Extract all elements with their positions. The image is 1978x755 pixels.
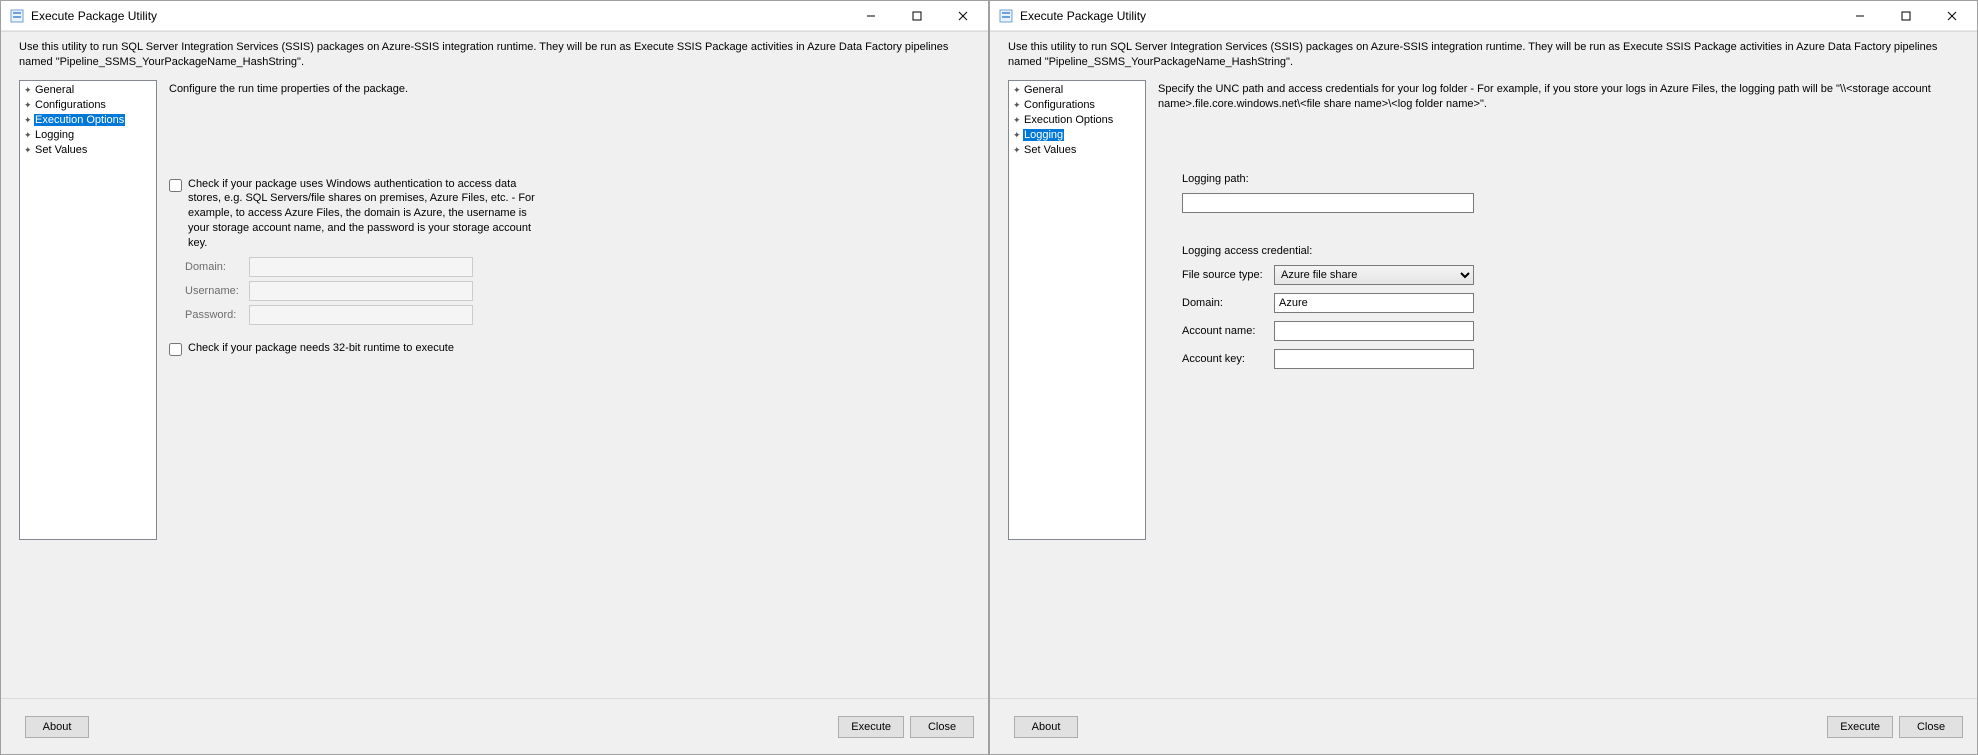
nav-label: Execution Options <box>1023 114 1114 126</box>
logging-path-input[interactable] <box>1182 193 1474 213</box>
password-input[interactable] <box>249 305 473 325</box>
execute-button[interactable]: Execute <box>1827 716 1893 738</box>
footer: About Execute Close <box>990 698 1977 754</box>
content-area: ✦General ✦Configurations ✦Execution Opti… <box>990 80 1977 698</box>
domain-input[interactable] <box>249 257 473 277</box>
maximize-button[interactable] <box>894 2 940 30</box>
nav-item-general[interactable]: ✦General <box>23 83 153 98</box>
nav-label: General <box>34 84 75 96</box>
minimize-button[interactable] <box>1837 2 1883 30</box>
username-input[interactable] <box>249 281 473 301</box>
pane-header: Configure the run time properties of the… <box>169 80 974 97</box>
title-bar: Execute Package Utility <box>990 1 1977 31</box>
runtime-32bit-label: Check if your package needs 32-bit runti… <box>188 341 454 356</box>
window-controls <box>848 2 986 30</box>
windows-auth-checkbox-row: Check if your package uses Windows authe… <box>169 177 974 251</box>
windows-auth-checkbox[interactable] <box>169 179 182 192</box>
app-icon <box>998 8 1014 24</box>
close-footer-button[interactable]: Close <box>1899 716 1963 738</box>
close-button[interactable] <box>1929 2 1975 30</box>
window-execution-options: Execute Package Utility Use this utility… <box>0 0 989 755</box>
close-footer-button[interactable]: Close <box>910 716 974 738</box>
nav-tree[interactable]: ✦General ✦Configurations ✦Execution Opti… <box>19 80 157 540</box>
nav-item-logging[interactable]: ✦Logging <box>23 128 153 143</box>
about-button[interactable]: About <box>25 716 89 738</box>
maximize-button[interactable] <box>1883 2 1929 30</box>
password-label: Password: <box>185 309 249 321</box>
right-pane: Configure the run time properties of the… <box>169 80 974 698</box>
nav-tree[interactable]: ✦General ✦Configurations ✦Execution Opti… <box>1008 80 1146 540</box>
window-logging: Execute Package Utility Use this utility… <box>989 0 1978 755</box>
nav-label: Logging <box>1023 129 1064 141</box>
nav-label: Set Values <box>34 144 88 156</box>
nav-item-set-values[interactable]: ✦Set Values <box>1012 143 1142 158</box>
pane-header: Specify the UNC path and access credenti… <box>1158 80 1963 112</box>
nav-item-set-values[interactable]: ✦Set Values <box>23 143 153 158</box>
logging-path-label: Logging path: <box>1182 173 1963 185</box>
account-key-input[interactable] <box>1274 349 1474 369</box>
logging-credential-header: Logging access credential: <box>1182 245 1963 257</box>
nav-label: Logging <box>34 129 75 141</box>
username-label: Username: <box>185 285 249 297</box>
nav-item-logging[interactable]: ✦Logging <box>1012 128 1142 143</box>
domain-label: Domain: <box>185 261 249 273</box>
account-name-input[interactable] <box>1274 321 1474 341</box>
runtime-32bit-checkbox[interactable] <box>169 343 182 356</box>
footer: About Execute Close <box>1 698 988 754</box>
nav-label: Set Values <box>1023 144 1077 156</box>
content-area: ✦General ✦Configurations ✦Execution Opti… <box>1 80 988 698</box>
file-source-type-select[interactable]: Azure file share <box>1274 265 1474 285</box>
nav-item-configurations[interactable]: ✦Configurations <box>23 98 153 113</box>
account-name-label: Account name: <box>1182 325 1274 337</box>
window-title: Execute Package Utility <box>1020 9 1837 23</box>
nav-label: Configurations <box>1023 99 1096 111</box>
about-button[interactable]: About <box>1014 716 1078 738</box>
utility-description: Use this utility to run SQL Server Integ… <box>1 31 988 80</box>
nav-label: Execution Options <box>34 114 125 126</box>
runtime-32bit-checkbox-row: Check if your package needs 32-bit runti… <box>169 341 974 356</box>
credential-grid: Domain: Username: Password: <box>185 257 974 325</box>
nav-item-configurations[interactable]: ✦Configurations <box>1012 98 1142 113</box>
nav-item-general[interactable]: ✦General <box>1012 83 1142 98</box>
execute-button[interactable]: Execute <box>838 716 904 738</box>
nav-item-execution-options[interactable]: ✦Execution Options <box>1012 113 1142 128</box>
window-title: Execute Package Utility <box>31 9 848 23</box>
file-source-type-label: File source type: <box>1182 269 1274 281</box>
right-pane: Specify the UNC path and access credenti… <box>1158 80 1963 698</box>
log-domain-label: Domain: <box>1182 297 1274 309</box>
nav-label: Configurations <box>34 99 107 111</box>
nav-item-execution-options[interactable]: ✦Execution Options <box>23 113 153 128</box>
windows-auth-label: Check if your package uses Windows authe… <box>188 177 548 251</box>
close-button[interactable] <box>940 2 986 30</box>
minimize-button[interactable] <box>848 2 894 30</box>
utility-description: Use this utility to run SQL Server Integ… <box>990 31 1977 80</box>
log-domain-input[interactable] <box>1274 293 1474 313</box>
logging-credential-grid: File source type: Azure file share Domai… <box>1182 265 1963 369</box>
app-icon <box>9 8 25 24</box>
title-bar: Execute Package Utility <box>1 1 988 31</box>
window-controls <box>1837 2 1975 30</box>
account-key-label: Account key: <box>1182 353 1274 365</box>
nav-label: General <box>1023 84 1064 96</box>
